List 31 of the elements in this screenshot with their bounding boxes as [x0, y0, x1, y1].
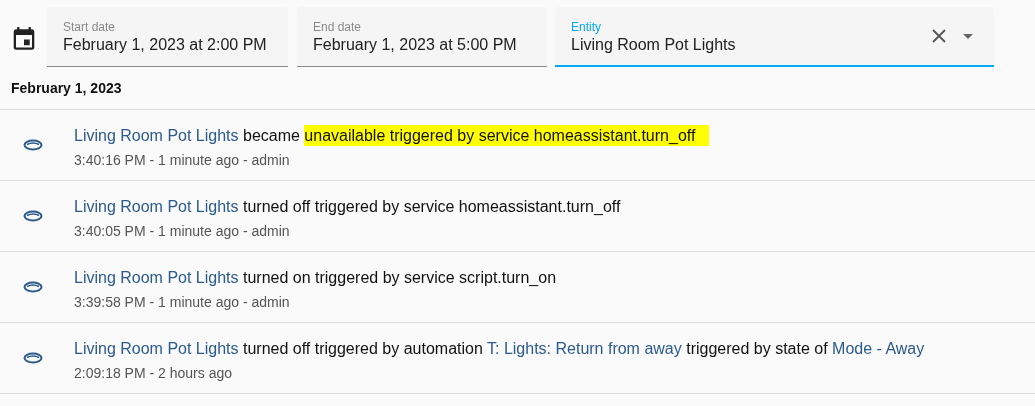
ceiling-light-icon [23, 210, 43, 222]
field-label: End date [313, 20, 363, 34]
entity-link[interactable]: T: Lights: Return from away [487, 339, 682, 357]
event-time: 2:09:18 PM - 2 hours ago [74, 364, 233, 381]
field-value: February 1, 2023 at 5:00 PM [313, 35, 518, 55]
event-message: Living Room Pot Lights turned off triggered by automation T: Lights: Return from away triggered by state of Mode - Away [74, 338, 925, 359]
start-date-field[interactable]: Start date February 1, 2023 at 2:00 PM [47, 7, 288, 67]
field-label: Start date [63, 20, 117, 34]
event-message: Living Room Pot Lights turned on triggered by service script.turn_on [74, 267, 557, 288]
clear-icon[interactable] [932, 29, 946, 43]
ceiling-light-icon [23, 352, 43, 364]
field-value: February 1, 2023 at 2:00 PM [63, 35, 268, 55]
event-time: 3:40:05 PM - 1 minute ago - admin [74, 222, 291, 239]
event-time: 3:39:58 PM - 1 minute ago - admin [74, 293, 291, 310]
ceiling-light-icon [23, 281, 43, 293]
event-message: Living Room Pot Lights turned off triggered by service homeassistant.turn_off [74, 196, 621, 217]
date-heading: February 1, 2023 [0, 69, 1035, 110]
entity-link[interactable]: Mode - Away [832, 339, 925, 357]
field-value: Living Room Pot Lights [571, 34, 737, 55]
entity-link[interactable]: Living Room Pot Lights [74, 339, 239, 357]
entity-link[interactable]: Living Room Pot Lights [74, 197, 239, 215]
dropdown-caret-icon[interactable] [963, 33, 973, 39]
entity-link[interactable]: Living Room Pot Lights [74, 268, 239, 286]
entity-field[interactable]: Entity Living Room Pot Lights [555, 7, 994, 67]
event-message: Living Room Pot Lights became unavailable triggered by service homeassistant.turn_off [74, 125, 710, 146]
end-date-field[interactable]: End date February 1, 2023 at 5:00 PM [297, 7, 547, 67]
calendar-icon [12, 27, 36, 51]
field-label: Entity [571, 19, 602, 34]
ceiling-light-icon [23, 139, 43, 151]
entity-link[interactable]: Living Room Pot Lights [74, 126, 239, 144]
event-time: 3:40:16 PM - 1 minute ago - admin [74, 151, 291, 168]
